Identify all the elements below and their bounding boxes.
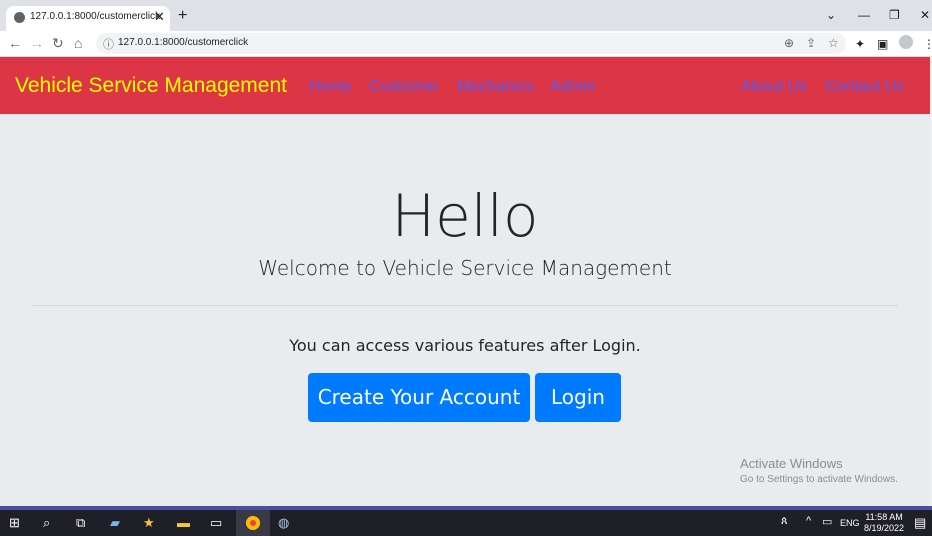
chevron-up-icon[interactable]: ^ (806, 515, 811, 527)
page-subheading: Welcome to Vehicle Service Management (258, 256, 672, 280)
browser-tab[interactable]: 127.0.0.1:8000/customerclick ✕ (6, 6, 170, 31)
profile-avatar-icon[interactable] (899, 35, 913, 49)
address-bar[interactable]: ⓘ 127.0.0.1:8000/customerclick ⊕ ⇪ ☆ (96, 33, 846, 54)
page-heading: Hello (391, 182, 539, 250)
jumbotron: Hello Welcome to Vehicle Service Managem… (0, 114, 930, 506)
back-icon[interactable]: ← (8, 35, 22, 51)
url-text: 127.0.0.1:8000/customerclick (118, 37, 249, 48)
reload-icon[interactable]: ↻ (52, 35, 64, 51)
nav-contact-us[interactable]: Contact Us (825, 78, 904, 96)
clock-time: 11:58 AM (865, 512, 903, 522)
clock-date: 8/19/2022 (864, 523, 905, 533)
paint-app-icon[interactable]: ◍ (278, 515, 289, 531)
nav-home[interactable]: Home (309, 78, 352, 96)
terminal-icon[interactable]: ▭ (210, 515, 222, 531)
forward-icon[interactable]: → (30, 35, 44, 51)
divider (32, 305, 898, 306)
info-icon[interactable]: ⓘ (103, 36, 114, 52)
brand-title[interactable]: Vehicle Service Management (15, 74, 287, 98)
browser-toolbar: ← → ↻ ⌂ ⓘ 127.0.0.1:8000/customerclick ⊕… (0, 31, 932, 57)
windows-taskbar: ⊞ ⌕ ⧉ ▰ ★ ▬ ▭ ◍ ጰ ^ ▭ ENG 11:58 AM 8/19/… (0, 510, 932, 536)
window-close-icon[interactable]: ✕ (920, 8, 930, 22)
side-panel-icon[interactable]: ▣ (877, 37, 888, 51)
people-icon[interactable]: ጰ (781, 515, 788, 528)
file-explorer-icon[interactable]: ▬ (177, 515, 190, 530)
globe-icon (14, 12, 25, 23)
nav-about-us[interactable]: About Us (741, 78, 807, 96)
minimize-icon[interactable]: — (858, 8, 870, 22)
search-icon[interactable]: ⌕ (43, 515, 50, 531)
clock[interactable]: 11:58 AM 8/19/2022 (864, 512, 904, 534)
browser-tab-strip: 127.0.0.1:8000/customerclick ✕ + ⌄ — ❐ ✕ (0, 0, 932, 31)
chrome-taskbar-active[interactable] (236, 510, 270, 536)
nav-customer[interactable]: Customer (369, 78, 438, 96)
nav-admin[interactable]: Admin (550, 78, 595, 96)
menu-kebab-icon[interactable]: ⋮ (923, 37, 932, 51)
windows-start-icon[interactable]: ⊞ (9, 515, 20, 531)
share-icon[interactable]: ⇪ (806, 36, 816, 50)
login-prompt: You can access various features after Lo… (289, 336, 641, 355)
close-tab-icon[interactable]: ✕ (154, 9, 165, 25)
login-button[interactable]: Login (535, 373, 621, 422)
site-navbar: Vehicle Service Management Home Customer… (0, 57, 930, 114)
star-app-icon[interactable]: ★ (143, 515, 155, 531)
notepad-app-icon[interactable]: ▰ (110, 515, 120, 531)
tab-search-icon[interactable]: ⌄ (826, 8, 836, 22)
bookmark-star-icon[interactable]: ☆ (828, 36, 839, 50)
notification-icon[interactable]: ▤ (914, 515, 926, 531)
battery-icon[interactable]: ▭ (822, 515, 832, 528)
chrome-icon (246, 516, 260, 530)
nav-mechanics[interactable]: Mechanics (457, 78, 533, 96)
language-indicator[interactable]: ENG (840, 518, 860, 528)
tab-title: 127.0.0.1:8000/customerclick (30, 11, 161, 22)
zoom-icon[interactable]: ⊕ (784, 36, 794, 50)
task-view-icon[interactable]: ⧉ (76, 515, 85, 531)
home-icon[interactable]: ⌂ (74, 35, 82, 51)
extensions-icon[interactable]: ✦ (855, 37, 865, 51)
new-tab-button[interactable]: + (178, 8, 187, 24)
restore-icon[interactable]: ❐ (889, 8, 900, 22)
activate-windows-subtitle: Go to Settings to activate Windows. (740, 474, 898, 485)
create-account-button[interactable]: Create Your Account (308, 373, 530, 422)
activate-windows-title: Activate Windows (740, 456, 843, 471)
